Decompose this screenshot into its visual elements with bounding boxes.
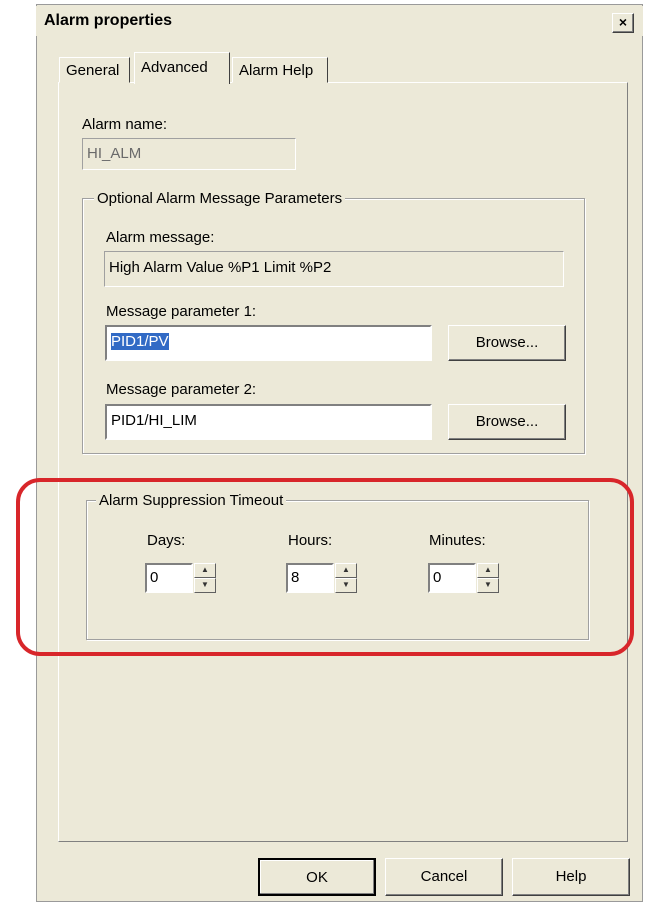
browse-parameter-1-button[interactable]: Browse...: [448, 325, 566, 361]
close-icon: ×: [618, 14, 628, 30]
minutes-increment-button[interactable]: ▲: [477, 563, 499, 578]
message-parameter-2-label: Message parameter 2:: [106, 381, 257, 398]
days-label: Days:: [147, 532, 186, 549]
message-parameter-1-label: Message parameter 1:: [106, 303, 257, 320]
arrow-up-icon: ▲: [201, 565, 209, 574]
window-title: Alarm properties: [44, 12, 173, 29]
arrow-up-icon: ▲: [342, 565, 350, 574]
minutes-input[interactable]: 0: [428, 563, 476, 593]
minutes-label: Minutes:: [429, 532, 486, 549]
arrow-down-icon: ▼: [342, 580, 350, 589]
days-input[interactable]: 0: [145, 563, 193, 593]
minutes-spinner: ▲ ▼: [477, 563, 499, 593]
tab-general[interactable]: General: [59, 57, 130, 83]
arrow-down-icon: ▼: [484, 580, 492, 589]
optional-group-legend: Optional Alarm Message Parameters: [94, 190, 346, 207]
hours-input[interactable]: 8: [286, 563, 334, 593]
message-parameter-2-input[interactable]: PID1/HI_LIM: [105, 404, 432, 440]
hours-spinner: ▲ ▼: [335, 563, 357, 593]
hours-label: Hours:: [288, 532, 333, 549]
alarm-message-field: High Alarm Value %P1 Limit %P2: [104, 251, 564, 287]
cancel-button[interactable]: Cancel: [385, 858, 503, 896]
arrow-up-icon: ▲: [484, 565, 492, 574]
message-parameter-1-value: PID1/PV: [111, 333, 169, 350]
alarm-name-field: HI_ALM: [82, 138, 296, 170]
message-parameter-1-input[interactable]: PID1/PV: [105, 325, 432, 361]
hours-increment-button[interactable]: ▲: [335, 563, 357, 578]
days-increment-button[interactable]: ▲: [194, 563, 216, 578]
help-button[interactable]: Help: [512, 858, 630, 896]
suppression-group-legend: Alarm Suppression Timeout: [96, 492, 287, 509]
alarm-name-label: Alarm name:: [82, 116, 168, 133]
browse-parameter-2-button[interactable]: Browse...: [448, 404, 566, 440]
hours-decrement-button[interactable]: ▼: [335, 578, 357, 593]
alarm-message-label: Alarm message:: [106, 229, 215, 246]
tab-alarm-help[interactable]: Alarm Help: [232, 57, 328, 83]
minutes-decrement-button[interactable]: ▼: [477, 578, 499, 593]
ok-button[interactable]: OK: [258, 858, 376, 896]
days-decrement-button[interactable]: ▼: [194, 578, 216, 593]
arrow-down-icon: ▼: [201, 580, 209, 589]
tab-advanced[interactable]: Advanced: [134, 52, 230, 84]
close-button[interactable]: ×: [612, 13, 634, 33]
days-spinner: ▲ ▼: [194, 563, 216, 593]
